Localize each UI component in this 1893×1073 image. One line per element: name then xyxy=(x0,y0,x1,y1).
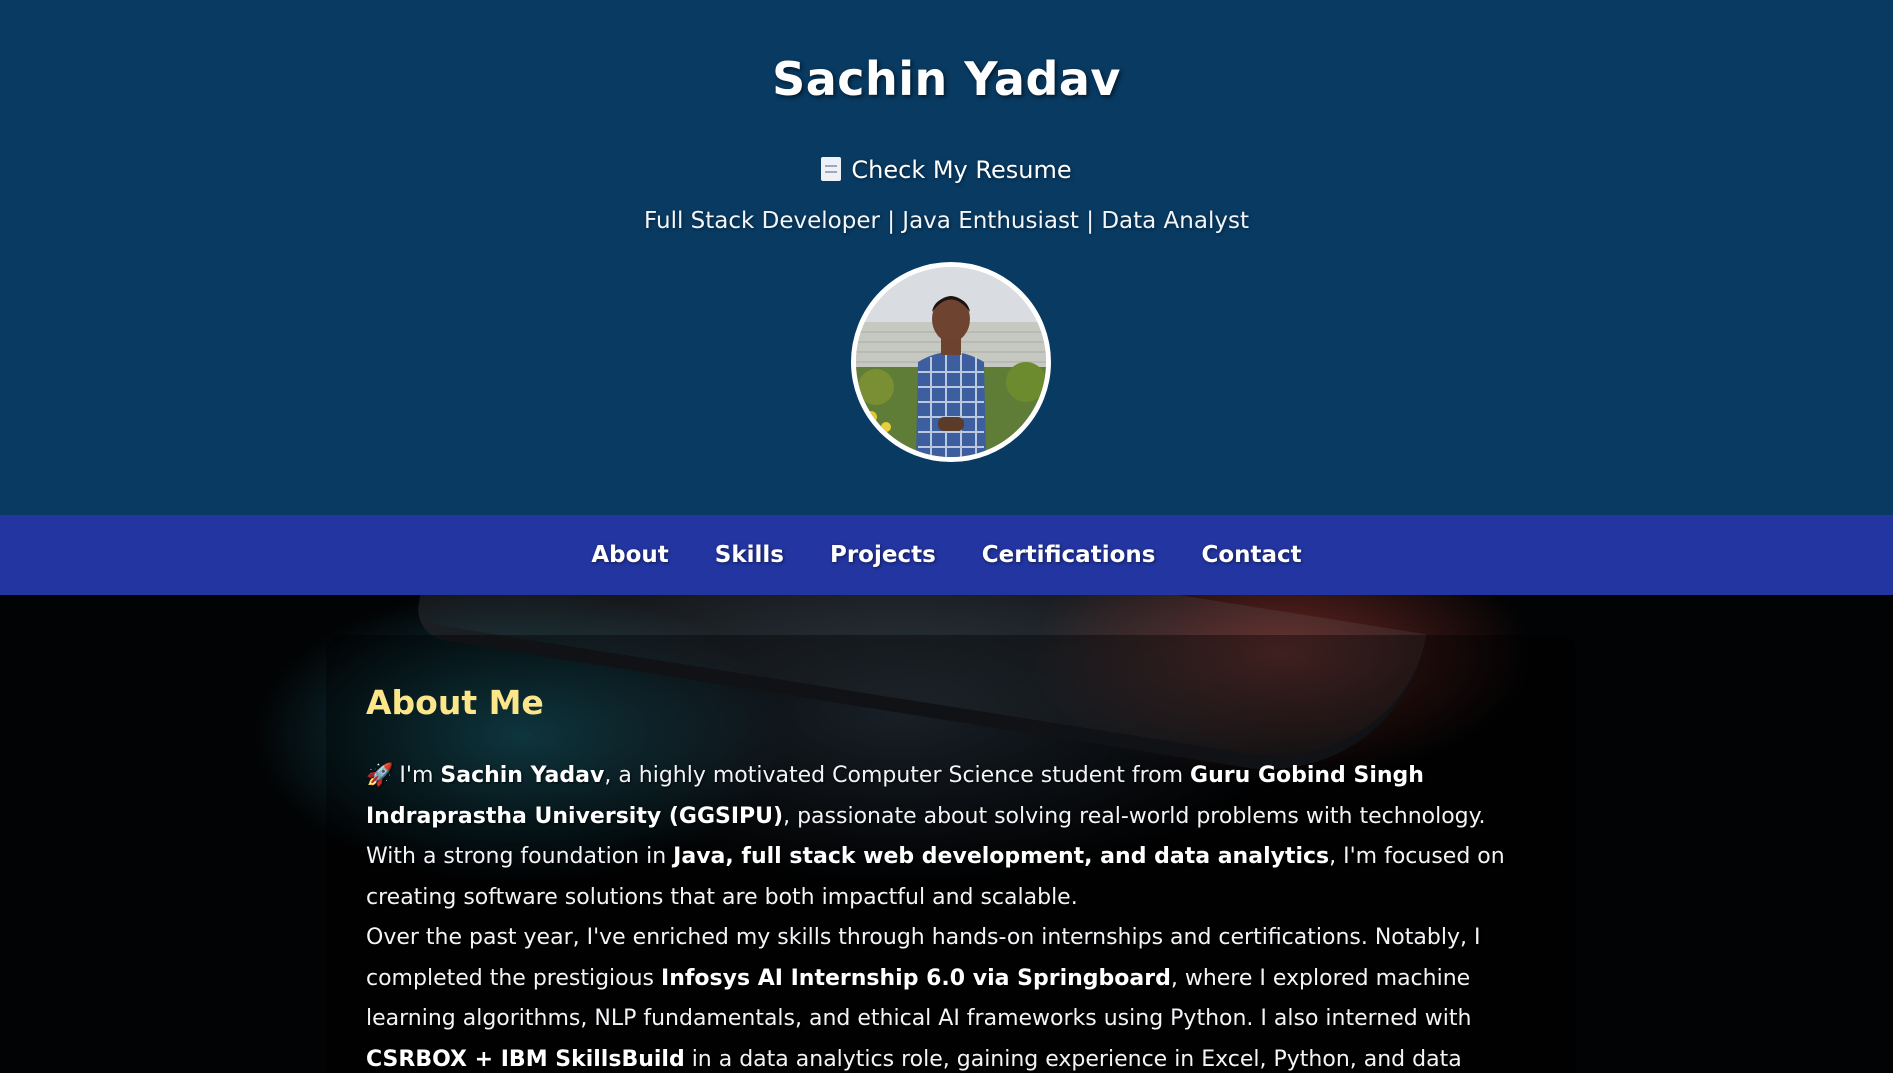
nav-contact[interactable]: Contact xyxy=(1201,542,1301,568)
nav-about[interactable]: About xyxy=(591,542,668,568)
about-internship-bold: Infosys AI Internship 6.0 via Springboar… xyxy=(661,965,1171,991)
about-skills-bold: Java, full stack web development, and da… xyxy=(673,844,1330,869)
about-paragraph-2: Over the past year, I've enriched my ski… xyxy=(366,918,1536,1073)
nav-projects[interactable]: Projects xyxy=(830,542,936,568)
about-paragraph-1: 🚀 I'm Sachin Yadav, a highly motivated Co… xyxy=(366,756,1536,918)
document-icon xyxy=(821,157,842,181)
nav-skills[interactable]: Skills xyxy=(715,542,784,568)
about-name-bold: Sachin Yadav xyxy=(440,763,605,788)
about-text: I'm xyxy=(399,763,441,788)
tagline: Full Stack Developer | Java Enthusiast |… xyxy=(644,208,1249,234)
about-csrbox-bold: CSRBOX + IBM SkillsBuild xyxy=(366,1046,685,1072)
main-nav: About Skills Projects Certifications Con… xyxy=(0,515,1893,595)
about-section: About Me 🚀 I'm Sachin Yadav, a highly mot… xyxy=(326,635,1576,1073)
resume-label: Check My Resume xyxy=(851,156,1072,184)
rocket-icon: 🚀 xyxy=(366,763,394,788)
avatar xyxy=(851,262,1051,462)
resume-link[interactable]: Check My Resume xyxy=(0,156,1893,184)
site-title: Sachin Yadav xyxy=(772,52,1121,106)
site-header: Sachin Yadav Check My Resume Full Stack … xyxy=(0,0,1893,515)
about-text: , a highly motivated Computer Science st… xyxy=(604,763,1191,788)
about-title: About Me xyxy=(366,683,544,722)
avatar-photo xyxy=(856,267,1046,457)
nav-certifications[interactable]: Certifications xyxy=(982,542,1156,568)
